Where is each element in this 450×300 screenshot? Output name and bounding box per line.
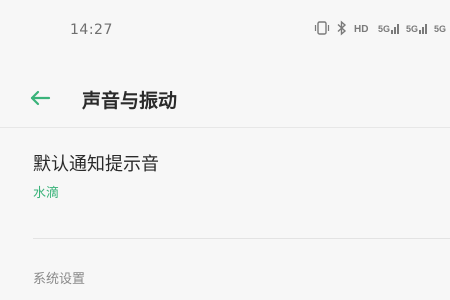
status-time: 14:27 — [70, 22, 113, 38]
status-icons: HD 5G 5G 5G — [314, 18, 450, 38]
screen: 14:27 HD 5G 5G 5G 声音与振动 默认通知提示音 水滴 系统设置 — [0, 0, 450, 300]
svg-text:5G: 5G — [406, 24, 418, 34]
page-title: 声音与振动 — [82, 90, 178, 112]
item-divider — [33, 238, 450, 239]
svg-text:5G: 5G — [434, 24, 446, 34]
back-button[interactable] — [26, 86, 54, 110]
back-arrow-icon — [30, 90, 51, 106]
header: 声音与振动 — [0, 74, 450, 122]
svg-text:5G: 5G — [378, 24, 390, 34]
svg-text:HD: HD — [354, 24, 368, 35]
section-label-system-settings: 系统设置 — [33, 272, 86, 287]
setting-title: 默认通知提示音 — [33, 154, 159, 175]
hd-icon: HD — [354, 18, 372, 38]
signal-5g-icon: 5G — [434, 18, 448, 38]
bluetooth-icon — [336, 18, 348, 38]
signal-5g-icon: 5G — [378, 18, 400, 38]
status-bar: 14:27 HD 5G 5G 5G — [0, 0, 450, 60]
setting-item-notification-sound[interactable]: 默认通知提示音 水滴 — [0, 140, 450, 212]
vibrate-icon — [314, 18, 330, 38]
header-divider — [0, 127, 450, 128]
setting-value: 水滴 — [33, 186, 60, 201]
signal-5g-icon: 5G — [406, 18, 428, 38]
